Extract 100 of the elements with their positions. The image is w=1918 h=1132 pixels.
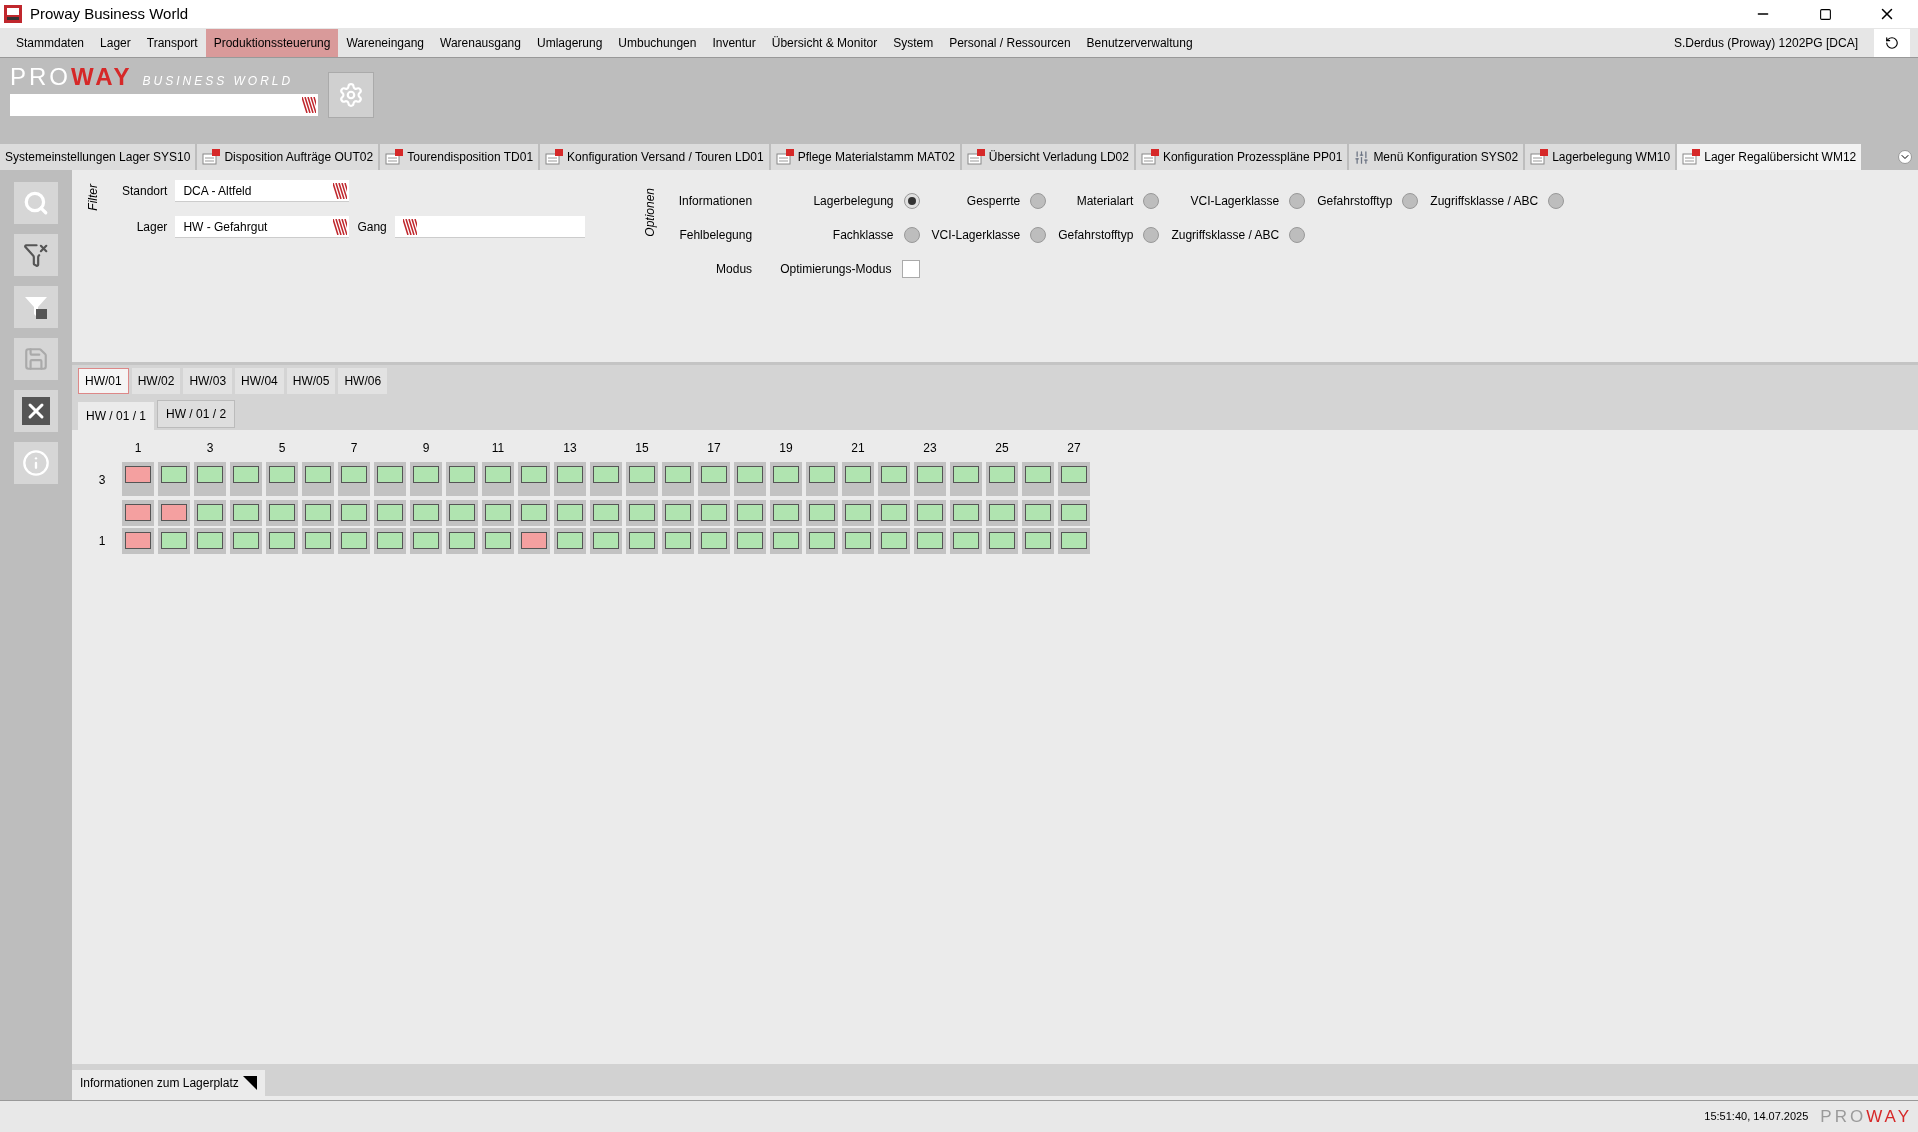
aisle-tab[interactable]: HW/05 [286,368,336,394]
clear-filter-button[interactable] [14,234,58,276]
storage-bin[interactable] [734,500,766,526]
storage-bin[interactable] [842,462,874,496]
storage-bin[interactable] [950,528,982,554]
radio-button[interactable] [1030,227,1047,243]
menu-item[interactable]: Stammdaten [8,28,93,57]
menu-item[interactable]: Umbuchungen [610,28,705,57]
document-tab[interactable]: Lager Regalübersicht WM12 [1677,144,1862,170]
storage-bin[interactable] [986,462,1018,496]
menu-item[interactable]: Produktionssteuerung [205,28,339,57]
radio-button[interactable] [903,193,920,209]
storage-bin[interactable] [158,528,190,554]
storage-bin[interactable] [374,462,406,496]
menu-item[interactable]: Personal / Ressourcen [941,28,1079,57]
restore-icon[interactable] [1819,7,1832,21]
storage-bin[interactable] [698,462,730,496]
storage-bin[interactable] [266,462,298,496]
storage-bin[interactable] [806,462,838,496]
storage-bin[interactable] [374,500,406,526]
radio-button[interactable] [1143,193,1160,209]
storage-bin[interactable] [626,500,658,526]
aisle-tab[interactable]: HW/01 [78,368,129,394]
storage-bin[interactable] [662,528,694,554]
storage-bin[interactable] [302,500,334,526]
storage-bin[interactable] [1058,528,1090,554]
menu-item[interactable]: Umlagerung [528,28,611,57]
dropdown-icon[interactable] [333,218,348,235]
storage-bin[interactable] [230,528,262,554]
menu-item[interactable]: Warenausgang [432,28,529,57]
storage-bin[interactable] [266,528,298,554]
storage-bin[interactable] [482,500,514,526]
storage-bin[interactable] [302,528,334,554]
dropdown-icon[interactable] [302,97,316,113]
select-field[interactable] [394,216,585,238]
storage-bin[interactable] [374,528,406,554]
document-tab[interactable]: Tourendisposition TD01 [380,144,539,170]
storage-bin[interactable] [698,500,730,526]
storage-bin[interactable] [878,528,910,554]
storage-bin[interactable] [446,462,478,496]
aisle-tab[interactable]: HW/04 [235,368,284,394]
document-tab[interactable]: Systemeinstellungen Lager SYS10 [0,144,196,170]
storage-bin[interactable] [914,462,946,496]
storage-bin[interactable] [194,462,226,496]
menu-item[interactable]: Benutzerverwaltung [1078,28,1201,57]
storage-bin[interactable] [590,528,622,554]
storage-bin[interactable] [986,528,1018,554]
storage-bin[interactable] [842,528,874,554]
storage-bin[interactable] [734,462,766,496]
storage-bin[interactable] [122,500,154,526]
storage-bin[interactable] [122,462,154,496]
storage-bin[interactable] [1058,500,1090,526]
radio-button[interactable] [1143,227,1160,243]
dropdown-icon[interactable] [402,218,417,235]
radio-button[interactable] [1030,193,1047,209]
storage-bin[interactable] [914,500,946,526]
storage-bin[interactable] [194,528,226,554]
storage-bin[interactable] [806,528,838,554]
radio-button[interactable] [1289,193,1306,209]
storage-bin[interactable] [518,500,550,526]
document-tab[interactable]: Disposition Aufträge OUT02 [197,144,379,170]
rack-tab[interactable]: HW / 01 / 1 [78,402,155,430]
storage-bin[interactable] [230,500,262,526]
storage-bin[interactable] [950,462,982,496]
storage-bin[interactable] [698,528,730,554]
storage-bin[interactable] [878,500,910,526]
storage-bin[interactable] [554,528,586,554]
menu-item[interactable]: System [885,28,942,57]
storage-bin[interactable] [410,500,442,526]
document-tab[interactable]: Übersicht Verladung LD02 [961,144,1134,170]
storage-bin[interactable] [662,500,694,526]
storage-bin[interactable] [122,528,154,554]
aisle-tab[interactable]: HW/06 [338,368,388,394]
storage-bin[interactable] [1022,500,1054,526]
radio-button[interactable] [1402,193,1419,209]
storage-bin[interactable] [338,500,370,526]
dropdown-icon[interactable] [333,182,348,199]
storage-bin[interactable] [1058,462,1090,496]
checkbox[interactable] [901,260,920,278]
storage-bin[interactable] [410,528,442,554]
document-tab[interactable]: Konfiguration Prozesspläne PP01 [1135,144,1348,170]
storage-bin[interactable] [986,500,1018,526]
storage-bin[interactable] [590,500,622,526]
select-field[interactable]: HW - Gefahrgut [175,216,350,238]
storage-bin[interactable] [770,528,802,554]
search-field[interactable] [10,94,318,116]
storage-bin[interactable] [554,500,586,526]
storage-bin[interactable] [914,528,946,554]
storage-bin[interactable] [518,528,550,554]
document-tab[interactable]: Konfiguration Versand / Touren LD01 [540,144,769,170]
storage-bin[interactable] [266,500,298,526]
aisle-tab[interactable]: HW/03 [183,368,233,394]
menu-item[interactable]: Übersicht & Monitor [763,28,886,57]
storage-bin[interactable] [626,528,658,554]
storage-bin[interactable] [626,462,658,496]
storage-bin[interactable] [590,462,622,496]
storage-bin[interactable] [482,528,514,554]
document-tab[interactable]: Menü Konfiguration SYS02 [1349,144,1524,170]
aisle-tab[interactable]: HW/02 [131,368,181,394]
storage-bin[interactable] [842,500,874,526]
